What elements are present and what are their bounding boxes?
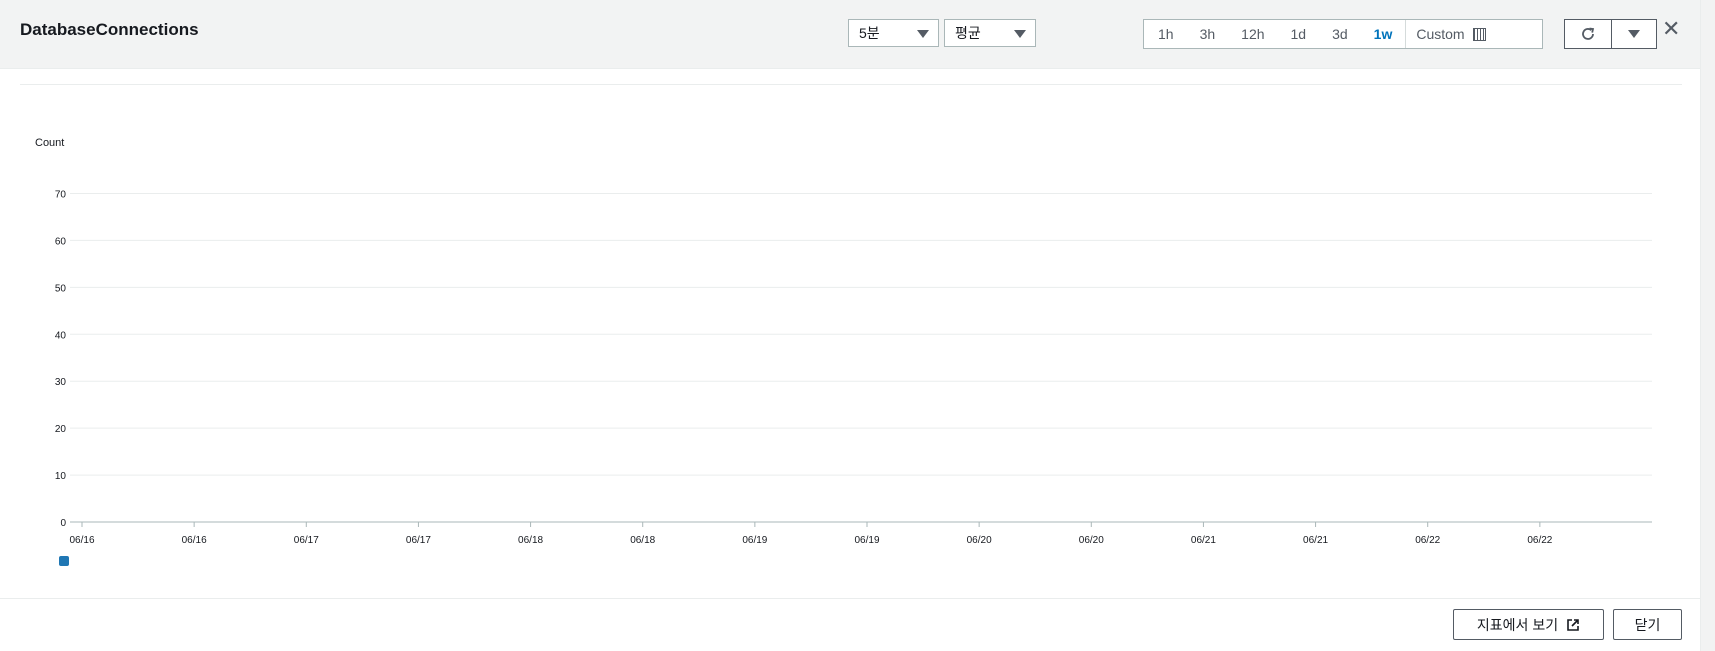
range-3h[interactable]: 3h — [1187, 20, 1229, 48]
modal-header: DatabaseConnections 5분 평균 1h 3h 12h 1d 3… — [0, 0, 1700, 69]
metric-title: DatabaseConnections — [20, 20, 199, 39]
statistic-select-value: 평균 — [955, 25, 981, 41]
period-select[interactable]: 5분 — [848, 19, 939, 47]
x-tick-label: 06/17 — [406, 535, 431, 546]
refresh-button[interactable] — [1564, 19, 1612, 49]
footer-divider — [0, 598, 1700, 599]
range-custom[interactable]: Custom — [1405, 20, 1498, 48]
y-axis-label: Count — [35, 137, 64, 149]
x-tick-label: 06/21 — [1303, 535, 1328, 546]
external-link-icon — [1567, 618, 1579, 631]
x-tick-label: 06/19 — [742, 535, 767, 546]
x-tick-label: 06/18 — [630, 535, 655, 546]
x-tick-label: 06/16 — [69, 535, 94, 546]
y-tick-label: 50 — [55, 283, 67, 294]
y-tick-label: 10 — [55, 471, 67, 482]
y-tick-label: 20 — [55, 424, 67, 435]
y-tick-label: 60 — [55, 236, 67, 247]
line-chart: Count 0 10 20 30 40 50 60 70 06/16 06/16 06/17 06/17… — [35, 137, 1652, 566]
range-1h[interactable]: 1h — [1144, 20, 1187, 48]
x-tick-label: 06/22 — [1527, 535, 1552, 546]
view-in-metrics-button[interactable]: 지표에서 보기 — [1453, 609, 1604, 640]
time-range-selector: 1h 3h 12h 1d 3d 1w Custom — [1143, 19, 1543, 49]
caret-down-icon — [917, 30, 929, 38]
y-tick-label: 70 — [55, 189, 67, 200]
range-custom-label: Custom — [1416, 26, 1465, 42]
x-tick-label: 06/16 — [182, 535, 207, 546]
caret-down-icon — [1628, 30, 1640, 38]
scrollbar[interactable] — [1700, 0, 1715, 651]
range-3d[interactable]: 3d — [1319, 20, 1361, 48]
y-tick-label: 30 — [55, 377, 67, 388]
y-tick-label: 40 — [55, 330, 67, 341]
caret-down-icon — [1014, 30, 1026, 38]
x-tick-label: 06/19 — [854, 535, 879, 546]
range-1d[interactable]: 1d — [1278, 20, 1320, 48]
x-tick-label: 06/20 — [1079, 535, 1104, 546]
range-1w[interactable]: 1w — [1361, 20, 1406, 48]
y-tick-label: 0 — [60, 518, 66, 529]
range-12h[interactable]: 12h — [1228, 20, 1277, 48]
x-tick-label: 06/18 — [518, 535, 543, 546]
x-tick-label: 06/17 — [294, 535, 319, 546]
x-tick-label: 06/22 — [1415, 535, 1440, 546]
period-select-value: 5분 — [859, 25, 880, 41]
calendar-icon — [1472, 27, 1486, 41]
refresh-icon — [1582, 27, 1595, 40]
view-in-metrics-label: 지표에서 보기 — [1476, 616, 1559, 633]
legend-swatch — [59, 556, 69, 566]
close-button[interactable]: 닫기 — [1613, 609, 1682, 640]
refresh-options-button[interactable] — [1611, 19, 1657, 49]
close-icon[interactable]: ✕ — [1662, 16, 1680, 42]
x-tick-label: 06/20 — [967, 535, 992, 546]
x-tick-label: 06/21 — [1191, 535, 1216, 546]
statistic-select[interactable]: 평균 — [944, 19, 1036, 47]
